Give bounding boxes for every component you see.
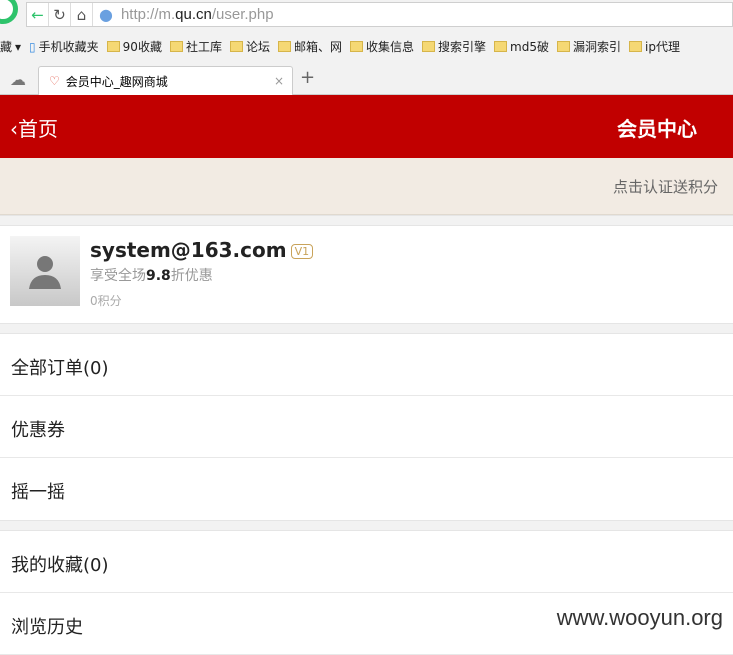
bookmark-item[interactable]: 社工库 — [169, 38, 222, 55]
page-title: 会员中心 — [617, 117, 697, 141]
folder-icon — [350, 41, 363, 52]
back-home-button[interactable]: ‹首页 — [10, 113, 58, 142]
globe-icon: ● — [99, 5, 113, 24]
discount-text: 享受全场9.8折优惠 — [90, 268, 213, 284]
user-name: system@163.com — [90, 238, 287, 262]
page-header: ‹首页 会员中心 — [0, 95, 733, 158]
bookmark-item[interactable]: 藏 ▾ — [0, 38, 21, 55]
divider — [0, 215, 733, 226]
refresh-icon[interactable]: ↻ — [49, 3, 71, 26]
cloud-icon[interactable]: ☁ — [10, 70, 26, 89]
avatar[interactable] — [10, 236, 80, 306]
bookmark-item[interactable]: 论坛 — [229, 38, 270, 55]
url-input[interactable]: http://m.qu.cn/user.php — [121, 6, 274, 23]
bookmark-item[interactable]: 搜索引擎 — [422, 38, 486, 55]
user-card: system@163.com V1 享受全场9.8折优惠 0积分 — [0, 226, 733, 323]
folder-icon — [229, 41, 243, 52]
site-heart-icon: ♡ — [49, 74, 60, 88]
close-tab-icon[interactable]: × — [274, 74, 284, 88]
user-silhouette-icon — [29, 256, 61, 289]
bookmark-item[interactable]: 收集信息 — [350, 38, 414, 55]
tab-strip: ☁ ♡ 会员中心_趣网商城 × + — [0, 63, 733, 95]
menu-all-orders[interactable]: 全部订单(0) — [0, 334, 733, 396]
menu-coupons[interactable]: 优惠券 — [0, 396, 733, 458]
folder-icon — [106, 41, 120, 52]
folder-icon — [169, 41, 183, 52]
menu-favorites[interactable]: 我的收藏(0) — [0, 531, 733, 593]
menu-shake[interactable]: 摇一摇 — [0, 458, 733, 520]
bookmark-item[interactable]: md5破 — [494, 38, 549, 55]
tab-active[interactable]: ♡ 会员中心_趣网商城 × — [38, 66, 293, 95]
watermark: www.wooyun.org — [556, 605, 723, 630]
bookmark-item[interactable]: 邮箱、网 — [277, 38, 342, 55]
bookmark-item[interactable]: 漏洞索引 — [556, 38, 621, 55]
divider — [0, 520, 733, 531]
bookmarks-bar: 藏 ▾ ▯ 手机收藏夹 90收藏 社工库 论坛 邮箱、网 收集信息 搜索引擎 md… — [0, 30, 733, 63]
new-tab-button[interactable]: + — [300, 67, 315, 88]
level-badge: V1 — [290, 244, 314, 259]
address-bar-area: ← ↻ ⌂ ● http://m.qu.cn/user.php — [0, 0, 733, 30]
home-icon[interactable]: ⌂ — [71, 3, 93, 26]
folder-icon — [494, 41, 508, 52]
divider — [0, 323, 733, 334]
back-arrow-icon[interactable]: ← — [27, 3, 49, 26]
bookmark-item[interactable]: 90收藏 — [106, 38, 162, 55]
folder-icon — [277, 41, 291, 52]
certify-points-link[interactable]: 点击认证送积分 — [0, 158, 733, 215]
folder-icon — [629, 41, 642, 52]
bookmark-item[interactable]: ▯ 手机收藏夹 — [29, 38, 99, 55]
bookmark-item[interactable]: ip代理 — [629, 38, 680, 55]
points: 0积分 — [90, 294, 122, 308]
folder-icon — [422, 41, 436, 52]
folder-icon — [556, 41, 570, 52]
browser-logo-icon — [0, 0, 18, 24]
